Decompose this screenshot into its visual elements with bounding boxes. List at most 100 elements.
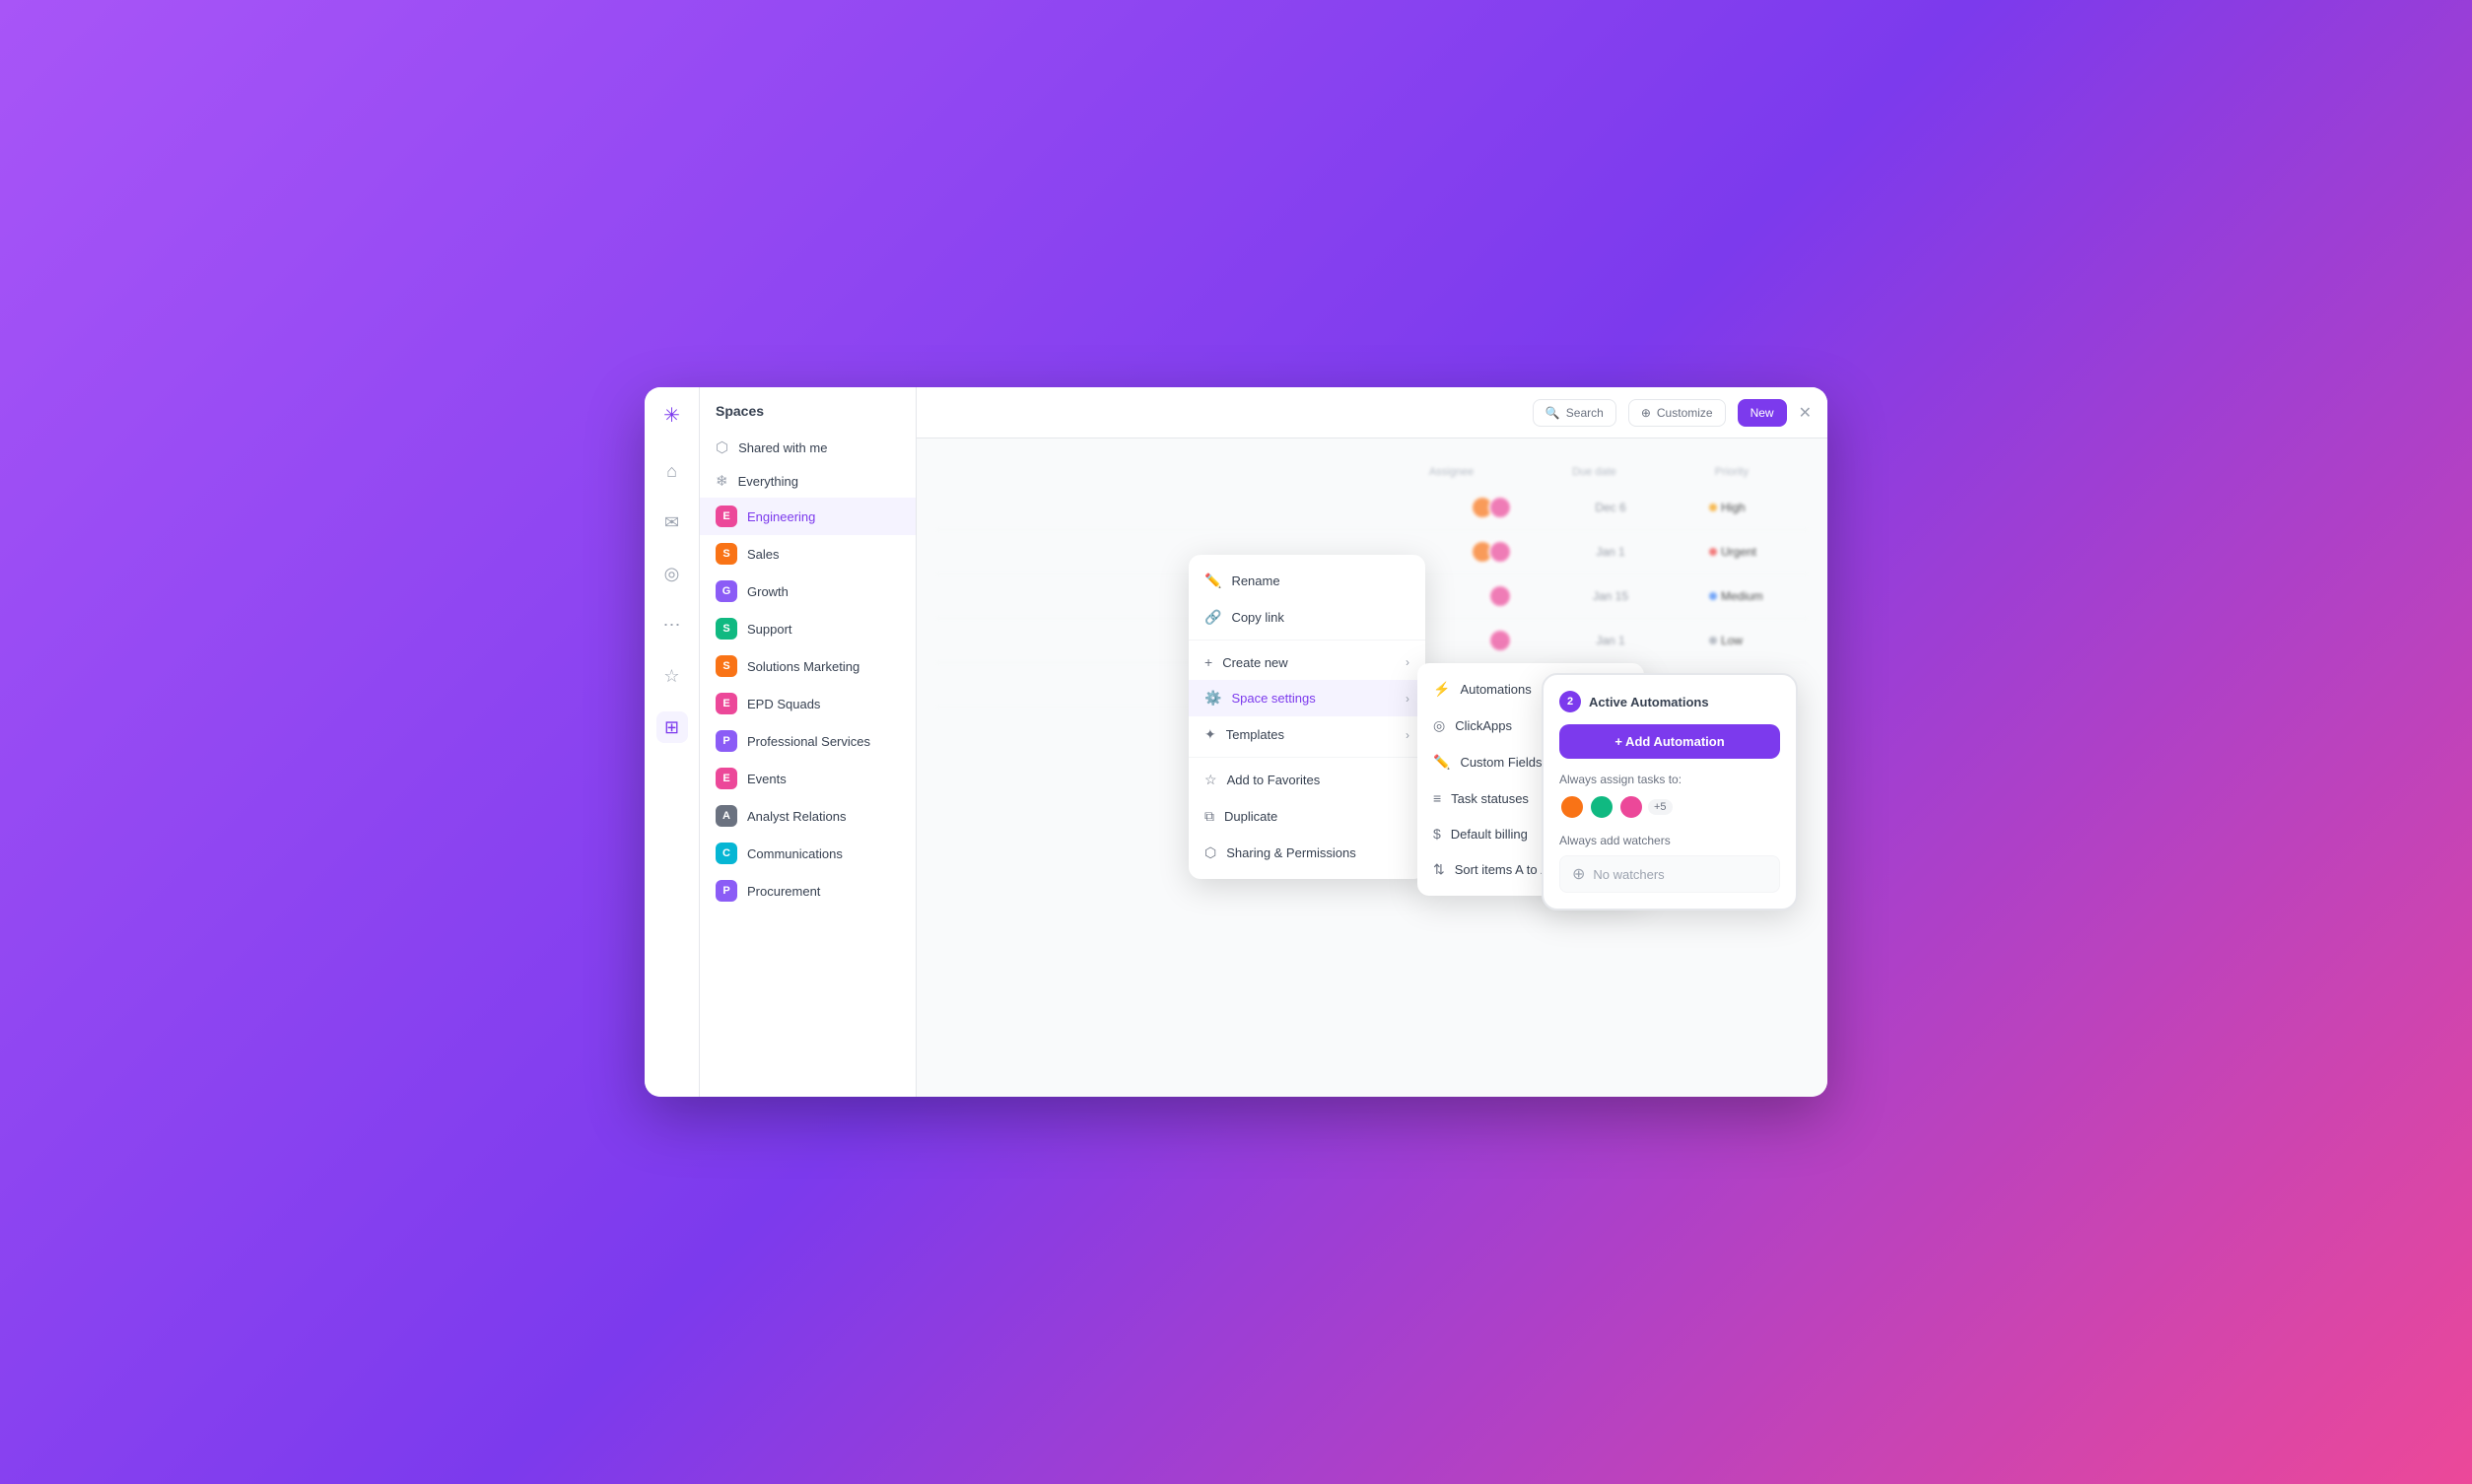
menu-divider bbox=[1189, 757, 1425, 758]
avatar bbox=[1488, 629, 1512, 652]
priority-label: Urgent bbox=[1721, 545, 1756, 559]
priority-label: High bbox=[1721, 501, 1746, 514]
sidebar-item-engineering[interactable]: E Engineering bbox=[700, 498, 916, 535]
due-date: Jan 15 bbox=[1591, 589, 1630, 603]
sidebar-item-label: Analyst Relations bbox=[747, 809, 846, 824]
menu-item-templates[interactable]: ✦ Templates › bbox=[1189, 716, 1425, 753]
sidebar-item-support[interactable]: S Support bbox=[700, 610, 916, 647]
billing-icon: $ bbox=[1433, 826, 1441, 842]
search-icon: 🔍 bbox=[1545, 406, 1560, 420]
menu-item-label: ClickApps bbox=[1455, 718, 1512, 733]
icon-sidebar: ✳ ⌂ ✉ ◎ ⋯ ☆ ⊞ bbox=[645, 387, 700, 1097]
nav-more[interactable]: ⋯ bbox=[656, 609, 688, 641]
col-assignee: Assignee bbox=[1429, 466, 1474, 478]
sidebar-item-solutions[interactable]: S Solutions Marketing bbox=[700, 647, 916, 685]
no-watchers-row[interactable]: ⊕ No watchers bbox=[1559, 855, 1780, 893]
engineering-icon: E bbox=[716, 506, 737, 527]
everything-icon: ❄ bbox=[716, 472, 728, 490]
sidebar-item-label: Communications bbox=[747, 846, 843, 861]
templates-icon: ✦ bbox=[1204, 726, 1216, 743]
sidebar-item-epd[interactable]: E EPD Squads bbox=[700, 685, 916, 722]
sidebar-item-events[interactable]: E Events bbox=[700, 760, 916, 797]
sidebar-item-professional[interactable]: P Professional Services bbox=[700, 722, 916, 760]
assign-label: Always assign tasks to: bbox=[1559, 773, 1780, 786]
solutions-icon: S bbox=[716, 655, 737, 677]
create-new-icon: + bbox=[1204, 654, 1212, 670]
priority-badge: Medium bbox=[1709, 589, 1768, 603]
spaces-title: Spaces bbox=[700, 403, 916, 431]
left-sidebar: Spaces ⬡ Shared with me ❄ Everything E E… bbox=[700, 387, 917, 1097]
search-button[interactable]: 🔍 Search bbox=[1533, 399, 1616, 427]
active-automations-count: 2 bbox=[1559, 691, 1581, 712]
shared-icon: ⬡ bbox=[716, 438, 728, 456]
sidebar-item-communications[interactable]: C Communications bbox=[700, 835, 916, 872]
search-label: Search bbox=[1566, 406, 1604, 420]
assignee-avatar bbox=[1559, 794, 1585, 820]
sidebar-item-shared[interactable]: ⬡ Shared with me bbox=[700, 431, 916, 464]
add-automation-button[interactable]: + Add Automation bbox=[1559, 724, 1780, 759]
sidebar-item-growth[interactable]: G Growth bbox=[700, 573, 916, 610]
events-icon: E bbox=[716, 768, 737, 789]
task-statuses-icon: ≡ bbox=[1433, 790, 1441, 806]
sidebar-item-analyst[interactable]: A Analyst Relations bbox=[700, 797, 916, 835]
menu-item-label: Sort items A to Z bbox=[1455, 862, 1548, 877]
priority-dot bbox=[1709, 548, 1717, 556]
nav-goals[interactable]: ◎ bbox=[656, 558, 688, 589]
col-due: Due date bbox=[1572, 466, 1616, 478]
chevron-right-icon: › bbox=[1406, 692, 1409, 706]
add-watcher-icon: ⊕ bbox=[1572, 864, 1585, 884]
sidebar-item-sales[interactable]: S Sales bbox=[700, 535, 916, 573]
nav-inbox[interactable]: ✉ bbox=[656, 506, 688, 538]
panel-header: 2 Active Automations bbox=[1559, 691, 1780, 712]
avatar bbox=[1488, 584, 1512, 608]
menu-item-copy-link[interactable]: 🔗 Copy link bbox=[1189, 599, 1425, 636]
priority-badge: High bbox=[1709, 501, 1768, 514]
menu-item-sharing[interactable]: ⬡ Sharing & Permissions bbox=[1189, 835, 1425, 871]
watcher-avatars: +5 bbox=[1559, 794, 1780, 820]
menu-item-label: Copy link bbox=[1231, 610, 1283, 625]
avatar bbox=[1488, 496, 1512, 519]
new-label: New bbox=[1751, 406, 1774, 420]
assignee-avatars bbox=[1488, 629, 1512, 652]
sidebar-item-procurement[interactable]: P Procurement bbox=[700, 872, 916, 910]
table-row: Dec 6 High bbox=[936, 486, 1808, 530]
menu-item-rename[interactable]: ✏️ Rename bbox=[1189, 563, 1425, 599]
clickapps-icon: ◎ bbox=[1433, 717, 1445, 734]
new-button[interactable]: New bbox=[1738, 399, 1787, 427]
menu-item-label: Space settings bbox=[1231, 691, 1315, 706]
nav-home[interactable]: ⌂ bbox=[656, 455, 688, 487]
app-window: ✳ ⌂ ✉ ◎ ⋯ ☆ ⊞ Spaces ⬡ Shared with me ❄ … bbox=[645, 387, 1827, 1097]
menu-item-create-new[interactable]: + Create new › bbox=[1189, 644, 1425, 680]
sidebar-item-everything[interactable]: ❄ Everything bbox=[700, 464, 916, 498]
assignee-avatar bbox=[1589, 794, 1614, 820]
space-settings-icon: ⚙️ bbox=[1204, 690, 1221, 707]
due-date: Jan 1 bbox=[1591, 634, 1630, 647]
menu-item-space-settings[interactable]: ⚙️ Space settings › bbox=[1189, 680, 1425, 716]
sidebar-item-label: Shared with me bbox=[738, 440, 827, 455]
menu-item-add-favorites[interactable]: ☆ Add to Favorites bbox=[1189, 762, 1425, 798]
due-date: Dec 6 bbox=[1591, 501, 1630, 514]
priority-label: Low bbox=[1721, 634, 1743, 647]
sidebar-item-label: Growth bbox=[747, 584, 789, 599]
assignee-avatar bbox=[1618, 794, 1644, 820]
close-icon[interactable]: ✕ bbox=[1799, 403, 1812, 423]
menu-item-label: Duplicate bbox=[1224, 809, 1277, 824]
sidebar-item-label: Sales bbox=[747, 547, 780, 562]
nav-spaces[interactable]: ⊞ bbox=[656, 711, 688, 743]
customize-button[interactable]: ⊕ Customize bbox=[1628, 399, 1726, 427]
priority-label: Medium bbox=[1721, 589, 1763, 603]
menu-item-label: Task statuses bbox=[1451, 791, 1529, 806]
sort-icon: ⇅ bbox=[1433, 861, 1445, 878]
menu-divider bbox=[1189, 640, 1425, 641]
priority-dot bbox=[1709, 504, 1717, 511]
custom-fields-icon: ✏️ bbox=[1433, 754, 1450, 771]
col-priority: Priority bbox=[1715, 466, 1749, 478]
nav-favorites[interactable]: ☆ bbox=[656, 660, 688, 692]
rename-icon: ✏️ bbox=[1204, 573, 1221, 589]
avatar bbox=[1488, 540, 1512, 564]
menu-item-duplicate[interactable]: ⧉ Duplicate bbox=[1189, 798, 1425, 835]
chevron-right-icon: › bbox=[1406, 728, 1409, 742]
menu-item-label: Templates bbox=[1226, 727, 1284, 742]
growth-icon: G bbox=[716, 580, 737, 602]
context-menu-space: ✏️ Rename 🔗 Copy link + Create new › ⚙️ … bbox=[1189, 555, 1425, 879]
